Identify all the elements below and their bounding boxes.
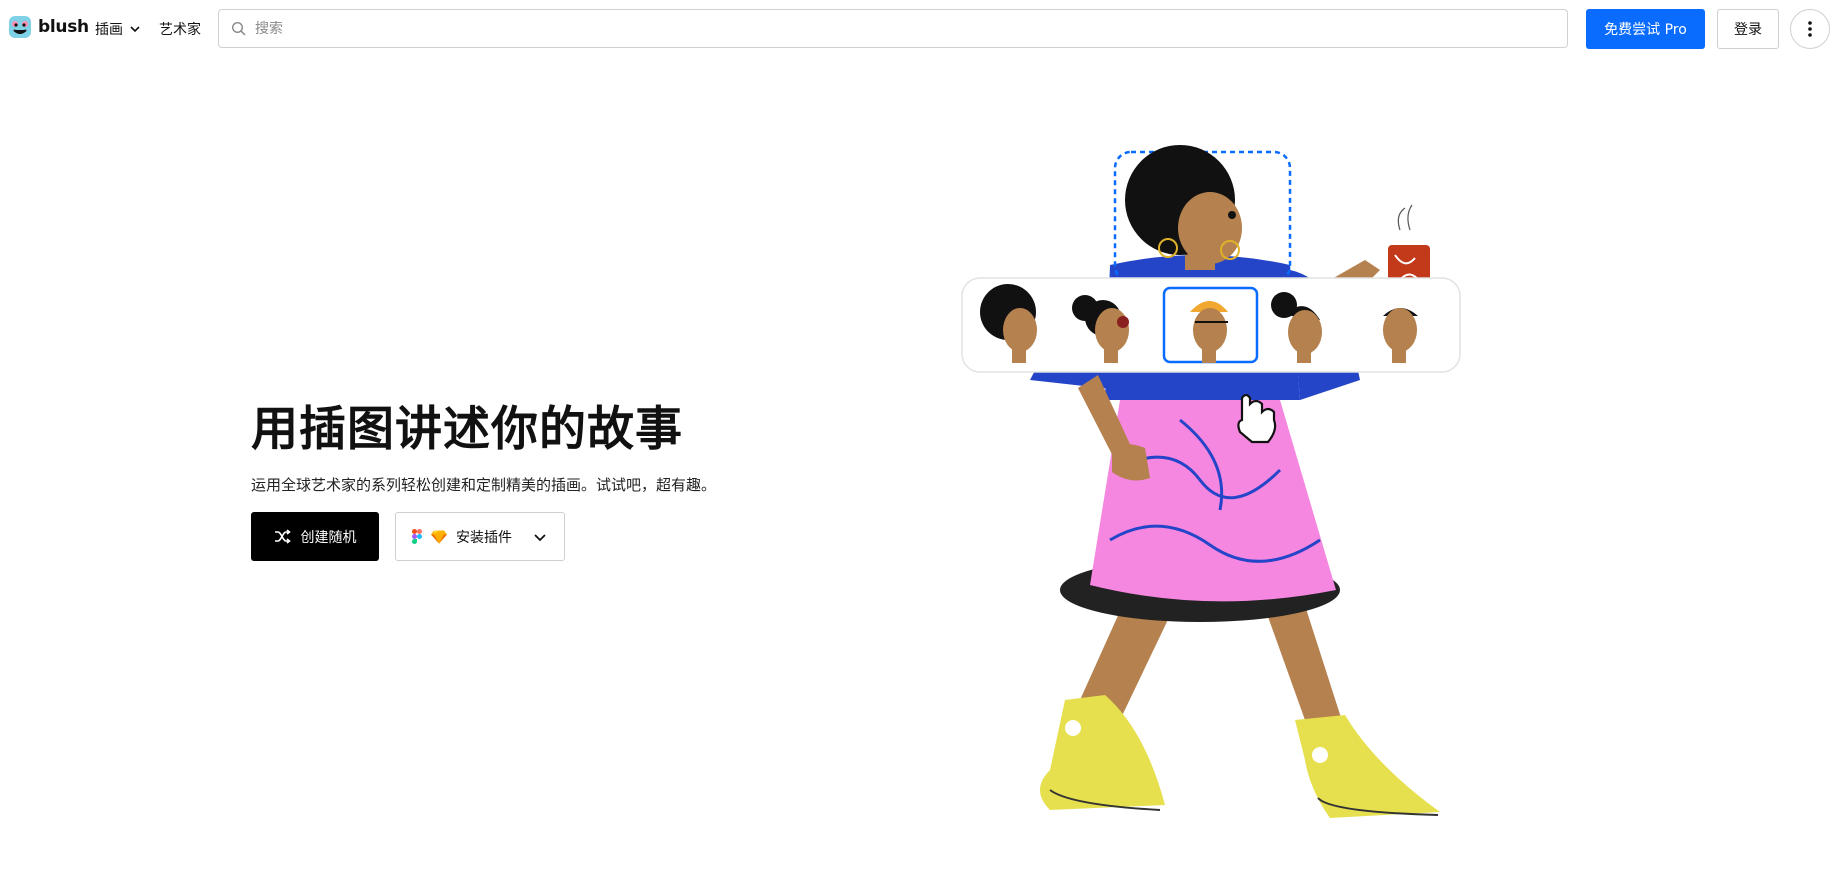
sketch-icon — [431, 530, 447, 543]
install-plugin-dropdown[interactable]: 安装插件 — [395, 512, 565, 561]
search-bar[interactable] — [218, 9, 1568, 48]
create-random-button[interactable]: 创建随机 — [251, 512, 379, 561]
shuffle-icon — [274, 529, 291, 544]
login-button[interactable]: 登录 — [1717, 9, 1779, 49]
create-random-label: 创建随机 — [300, 529, 357, 546]
nav-illustrations-dropdown[interactable]: 插画 — [95, 19, 141, 39]
try-pro-button[interactable]: 免费尝试 Pro — [1586, 9, 1705, 49]
hero-illustration — [961, 145, 1461, 818]
nav-artists-label: 艺术家 — [159, 22, 201, 38]
figma-icon — [412, 529, 422, 544]
vertical-dots-icon — [1808, 21, 1812, 37]
chevron-down-icon — [130, 26, 140, 33]
top-nav-bar: blush 插画 艺术家 免费尝试 Pro 登录 — [0, 0, 1843, 58]
brand-logo[interactable]: blush — [8, 15, 89, 39]
hero-title: 用插图讲述你的故事 — [251, 402, 683, 457]
install-plugin-label: 安装插件 — [456, 529, 512, 546]
blush-logo-icon — [9, 16, 31, 38]
brand-name: blush — [38, 17, 89, 37]
nav-illustrations-label: 插画 — [95, 22, 123, 38]
search-input[interactable] — [255, 10, 1555, 47]
chevron-down-icon — [534, 533, 546, 541]
search-icon — [231, 21, 246, 36]
nav-artists-link[interactable]: 艺术家 — [159, 19, 201, 39]
more-options-button[interactable] — [1790, 9, 1830, 49]
hero-subtitle: 运用全球艺术家的系列轻松创建和定制精美的插画。试试吧，超有趣。 — [251, 476, 717, 494]
